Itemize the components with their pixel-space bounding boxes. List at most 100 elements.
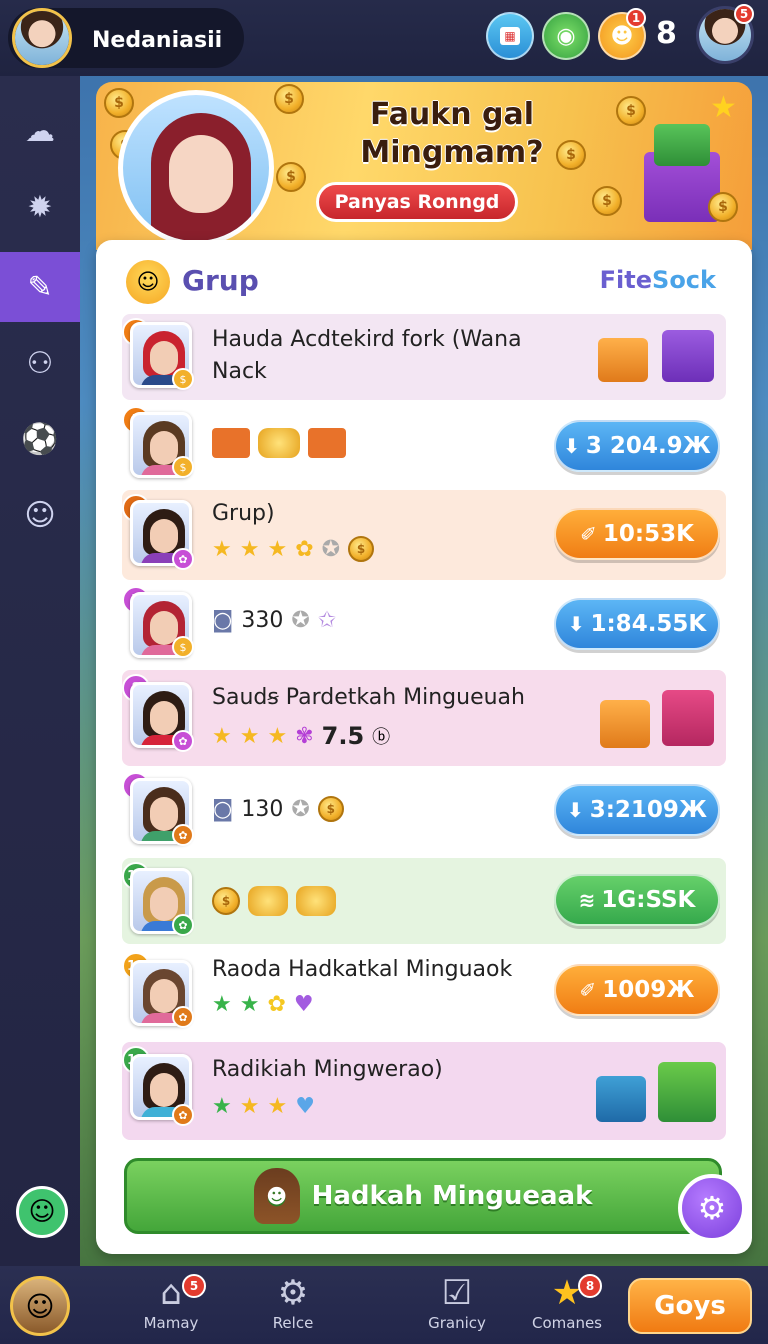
list-item[interactable]: 9 ✿ ◙ 130 ✪ $ ⬇3:2109Ж: [122, 770, 726, 854]
coin-badge: $: [172, 456, 194, 478]
row-title: Radikiah Mingwerao): [212, 1057, 443, 1082]
coin-icon: $: [592, 186, 622, 216]
row-title: Raoda Hadkatkal Minguaok: [212, 957, 513, 982]
download-button[interactable]: ⬇ 1:84.55K: [554, 598, 720, 650]
star-rating: ★ ★ ✿ ♥: [212, 992, 314, 1017]
settings-gear-button[interactable]: ⚙: [678, 1174, 746, 1242]
flower-badge: ✿: [172, 914, 194, 936]
list-item[interactable]: 12 ✿ Radikiah Mingwerao) ★★★ ♥: [122, 1042, 726, 1140]
gear-icon: ⚙: [697, 1189, 727, 1227]
username: Nedaniasii: [92, 28, 223, 53]
top-bar: Nedaniasii ▦ ◉ ☻ 1 8 5: [0, 0, 768, 76]
nav-item-tasks[interactable]: ☑ Granicy: [402, 1272, 512, 1344]
row-title: Grup): [212, 501, 275, 526]
nav-item-rewards[interactable]: ★ Comanes: [512, 1272, 622, 1344]
mascot-icon: ☻: [253, 1168, 300, 1224]
nav-item-home[interactable]: ⌂ Mamay: [116, 1272, 226, 1344]
coin-icon: $: [276, 162, 306, 192]
profile-badge: 5: [734, 4, 754, 24]
camera-icon: ◙: [212, 608, 234, 633]
gift-box-icon: [662, 330, 714, 382]
notification-badge: 1: [626, 8, 646, 28]
banner-button[interactable]: Panyas Ronngd: [316, 182, 518, 222]
list-item[interactable]: 7 $ ◙ 330 ✪✩ ⬇1:84.55K: [122, 584, 726, 666]
flower-badge: ✿: [172, 824, 194, 846]
panel-title: Grup: [182, 264, 259, 297]
flower-badge: ✿: [172, 730, 194, 752]
sidebar-item-friends[interactable]: ⚇: [0, 328, 80, 398]
top-counter: 8: [656, 16, 677, 51]
stack-button[interactable]: ≋ 1G:SSK: [554, 874, 720, 926]
sidebar-item-edit[interactable]: ✎: [0, 252, 80, 322]
flower-badge: ✿: [172, 1006, 194, 1028]
user-avatar[interactable]: [12, 8, 72, 68]
camera-icon: ◙: [212, 796, 234, 822]
download-icon: ⬇: [567, 612, 585, 636]
person-icon: ☺: [24, 497, 56, 533]
home-icon: ⌂: [160, 1273, 182, 1313]
sidebar-item-sports[interactable]: ⚽: [0, 404, 80, 474]
gift-box-icon: [600, 700, 650, 748]
main-cta-button[interactable]: ☻ Hadkah Mingueaak: [124, 1158, 722, 1234]
gift-box-icon: [662, 690, 714, 746]
list-item[interactable]: 8 ✿ Saudꞩ Pardetkah Mingueuah ★★★ ✾ 7.5 …: [122, 670, 726, 766]
star-icon: ★: [710, 90, 737, 125]
stats: ◙ 130 ✪ $: [212, 796, 344, 822]
gift-box-icon: [598, 338, 648, 382]
list-item[interactable]: 5 $ ⬇3 204.9Ж: [122, 404, 726, 486]
coin-badge: $: [172, 636, 194, 658]
gift-box-icon: [658, 1062, 716, 1122]
coin-icon: $: [616, 96, 646, 126]
list-item[interactable]: 6 ✿ Grup) ★★★ ✿✪ $ ✐10:53K: [122, 490, 726, 580]
list-item[interactable]: 10 ✿ $ ≋1G:SSK: [122, 858, 726, 944]
download-icon: ⬇: [563, 434, 580, 458]
shop-icon[interactable]: ▦: [486, 12, 534, 60]
nav-badge: 8: [578, 1274, 602, 1298]
stats: ◙ 330 ✪ ✩: [212, 608, 337, 633]
banner-title: Faukn gal Mingmam?: [360, 97, 544, 170]
checklist-icon: ☑: [441, 1273, 473, 1313]
panel-link[interactable]: FiteSock: [600, 266, 716, 294]
sidebar: ☁ ✹ ✎ ⚇ ⚽ ☺ ☺: [0, 76, 80, 1266]
group-panel: ☺ Grup FiteSock 4 $ Hauda Acdtekird fork…: [96, 240, 752, 1254]
sidebar-item-settings[interactable]: ✹: [0, 172, 80, 242]
flower-badge: ✿: [172, 1104, 194, 1126]
star-icon: ★: [551, 1273, 583, 1313]
gift-box-icon: [654, 124, 710, 166]
stack-icon: ≋: [578, 888, 596, 912]
nav-item-settings[interactable]: ⚙ Relce: [238, 1272, 348, 1344]
coin-icon: $: [708, 192, 738, 222]
gear-icon: ⚙: [277, 1273, 309, 1313]
list-item[interactable]: 4 $ Hauda Acdtekird fork (Wana Nack: [122, 314, 726, 400]
chat-icon[interactable]: ◉: [542, 12, 590, 60]
row-title: Hauda Acdtekird fork (Wana Nack: [212, 327, 522, 384]
claim-button[interactable]: ✐ 10:53K: [554, 508, 720, 560]
star-rating: ★ ★ ★ ✾ 7.5 ⓑ: [212, 722, 391, 750]
edit-icon: ✎: [27, 269, 53, 305]
download-button[interactable]: ⬇ 3:2109Ж: [554, 784, 720, 836]
download-icon: ⬇: [566, 798, 584, 822]
coin-icon: $: [274, 84, 304, 114]
coins-icon: [258, 428, 300, 458]
list-item[interactable]: 11 ✿ Raoda Hadkatkal Minguaok ★★ ✿ ♥ ✐10…: [122, 948, 726, 1040]
coin-badge: $: [172, 368, 194, 390]
sidebar-item-profile[interactable]: ☺: [0, 480, 80, 550]
flower-badge: ✿: [172, 548, 194, 570]
star-rating: ★ ★ ★ ♥: [212, 1094, 315, 1119]
player-avatar[interactable]: ☺: [10, 1276, 70, 1336]
chat-mascot-icon[interactable]: ☺: [16, 1186, 68, 1238]
claim-button[interactable]: ✐ 1009Ж: [554, 964, 720, 1016]
row-title: Saudꞩ Pardetkah Mingueuah: [212, 685, 525, 710]
gift-box-icon: [596, 1076, 646, 1122]
coins-icon: [296, 886, 336, 916]
play-button[interactable]: Goys: [628, 1278, 752, 1334]
coin-icon: $: [104, 88, 134, 118]
promo-banner[interactable]: $ $ $ $ Faukn gal Mingmam? Panyas Ronngd…: [96, 82, 752, 250]
coin-icon: $: [556, 140, 586, 170]
bottom-nav: ☺ ⌂ Mamay 5 ⚙ Relce ☑ Granicy ★ Comanes …: [0, 1266, 768, 1344]
download-button[interactable]: ⬇ 3 204.9Ж: [554, 420, 720, 472]
coins-icon: [248, 886, 288, 916]
user-profile-pill[interactable]: Nedaniasii: [8, 8, 244, 68]
sidebar-item-cloud[interactable]: ☁: [0, 96, 80, 166]
star-rating: ★ ★ ★ ✿ ✪ $: [212, 536, 375, 562]
